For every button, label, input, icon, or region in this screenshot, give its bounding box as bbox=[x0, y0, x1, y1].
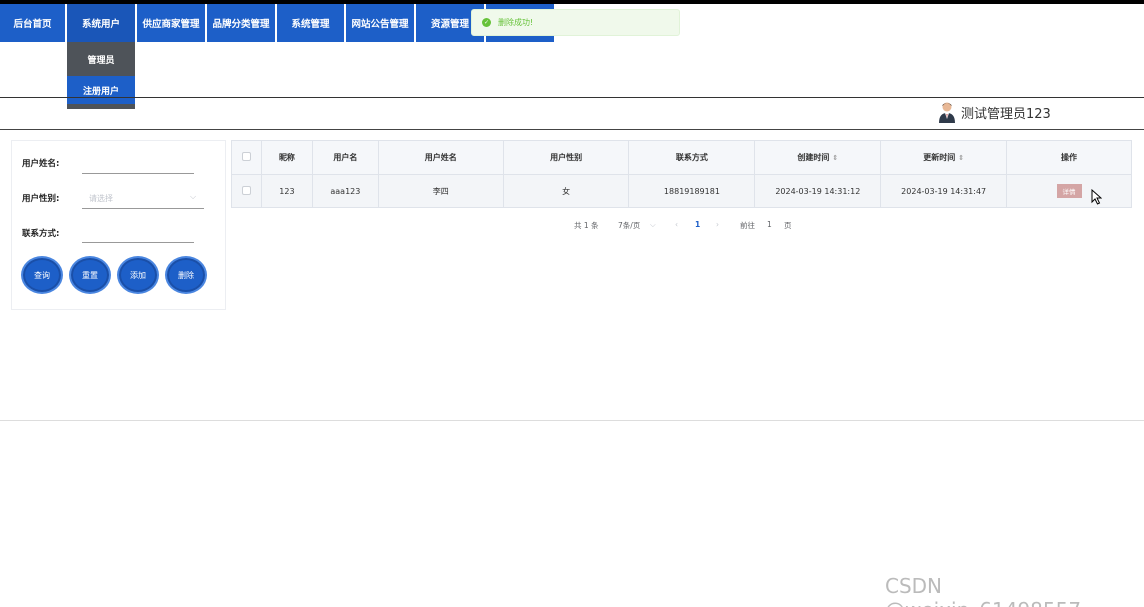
row-checkbox[interactable] bbox=[241, 185, 251, 195]
add-button[interactable]: 添加 bbox=[117, 256, 159, 294]
cell-realname: 李四 bbox=[377, 174, 504, 208]
dropdown-item-admin[interactable]: 管理员 bbox=[67, 42, 135, 76]
nav-announcements[interactable]: 网站公告管理 bbox=[346, 4, 414, 42]
col-nickname: 昵称 bbox=[260, 140, 313, 175]
mouse-cursor-icon bbox=[1091, 188, 1103, 209]
prev-page-icon[interactable]: ‹ bbox=[675, 220, 678, 229]
success-toast: ✓ 删除成功! bbox=[471, 9, 680, 36]
nav-home[interactable]: 后台首页 bbox=[0, 4, 65, 42]
watermark: CSDN @weixin_61498557 bbox=[885, 574, 1081, 607]
select-all-checkbox[interactable] bbox=[241, 152, 251, 161]
cell-created: 2024-03-19 14:31:12 bbox=[754, 174, 882, 208]
cell-gender: 女 bbox=[502, 174, 630, 208]
chevron-down-icon: ⌵ bbox=[190, 192, 197, 201]
user-name: 测试管理员123 bbox=[961, 106, 1051, 122]
col-username: 用户名 bbox=[311, 140, 379, 175]
contact-label: 联系方式: bbox=[22, 229, 60, 239]
page-size-select[interactable]: 7条/页 bbox=[618, 220, 640, 231]
row-select-cell[interactable] bbox=[231, 174, 262, 208]
header-divider-top bbox=[0, 97, 1144, 98]
toast-message: 删除成功! bbox=[498, 18, 534, 27]
col-realname: 用户姓名 bbox=[377, 140, 504, 175]
col-updated[interactable]: 更新时间 ⇕ bbox=[880, 140, 1008, 175]
col-gender: 用户性别 bbox=[502, 140, 630, 175]
page-number-current[interactable]: 1 bbox=[695, 220, 700, 229]
user-info[interactable]: 测试管理员123 bbox=[938, 101, 1051, 123]
avatar bbox=[938, 101, 956, 123]
cell-action: 详情 bbox=[1006, 174, 1132, 208]
nav-system-users[interactable]: 系统用户 bbox=[67, 4, 135, 42]
dropdown-item-registered-users[interactable]: 注册用户 bbox=[67, 76, 135, 104]
gender-select-underline bbox=[82, 208, 204, 209]
detail-button[interactable]: 详情 bbox=[1056, 184, 1082, 198]
goto-label: 前往 bbox=[740, 221, 755, 230]
check-icon: ✓ bbox=[482, 18, 491, 27]
delete-button[interactable]: 删除 bbox=[165, 256, 207, 294]
reset-button[interactable]: 重置 bbox=[69, 256, 111, 294]
header-divider-bottom bbox=[0, 129, 1144, 130]
goto-input[interactable]: 1 bbox=[767, 220, 772, 229]
system-users-dropdown: 管理员 注册用户 bbox=[67, 42, 135, 109]
gender-select[interactable]: 请选择 bbox=[89, 193, 113, 204]
chevron-down-icon: ⌵ bbox=[650, 220, 656, 229]
nav-system-manage[interactable]: 系统管理 bbox=[277, 4, 344, 42]
col-action: 操作 bbox=[1006, 140, 1132, 175]
cell-contact: 18819189181 bbox=[628, 174, 756, 208]
page-unit-label: 页 bbox=[784, 221, 792, 230]
col-created[interactable]: 创建时间 ⇕ bbox=[754, 140, 882, 175]
sort-icon[interactable]: ⇕ bbox=[958, 154, 964, 162]
gender-label: 用户性别: bbox=[22, 194, 60, 204]
table-header-row: 昵称 用户名 用户姓名 用户性别 联系方式 创建时间 ⇕ 更新时间 ⇕ 操作 bbox=[231, 140, 1132, 175]
users-table: 昵称 用户名 用户姓名 用户性别 联系方式 创建时间 ⇕ 更新时间 ⇕ 操作 123… bbox=[231, 140, 1132, 208]
sort-icon[interactable]: ⇕ bbox=[832, 154, 838, 162]
search-panel: 用户姓名: 用户性别: 请选择 ⌵ 联系方式: 查询 重置 添加 删除 bbox=[11, 140, 226, 310]
next-page-icon[interactable]: › bbox=[716, 220, 719, 229]
name-label: 用户姓名: bbox=[22, 159, 60, 169]
query-button[interactable]: 查询 bbox=[21, 256, 63, 294]
dropdown-footer bbox=[67, 104, 135, 109]
nav-brand-category[interactable]: 品牌分类管理 bbox=[207, 4, 275, 42]
cell-updated: 2024-03-19 14:31:47 bbox=[880, 174, 1008, 208]
pagination-total: 共 1 条 bbox=[574, 221, 599, 230]
col-created-label: 创建时间 bbox=[797, 153, 830, 162]
name-input[interactable] bbox=[82, 173, 194, 174]
select-all-cell[interactable] bbox=[231, 140, 262, 175]
table-row: 123 aaa123 李四 女 18819189181 2024-03-19 1… bbox=[231, 174, 1132, 208]
cell-username: aaa123 bbox=[311, 174, 379, 208]
content-divider bbox=[0, 420, 1144, 421]
col-contact: 联系方式 bbox=[628, 140, 756, 175]
col-updated-label: 更新时间 bbox=[923, 153, 956, 162]
nav-suppliers[interactable]: 供应商家管理 bbox=[137, 4, 205, 42]
cell-nickname: 123 bbox=[260, 174, 313, 208]
contact-input[interactable] bbox=[82, 242, 194, 243]
